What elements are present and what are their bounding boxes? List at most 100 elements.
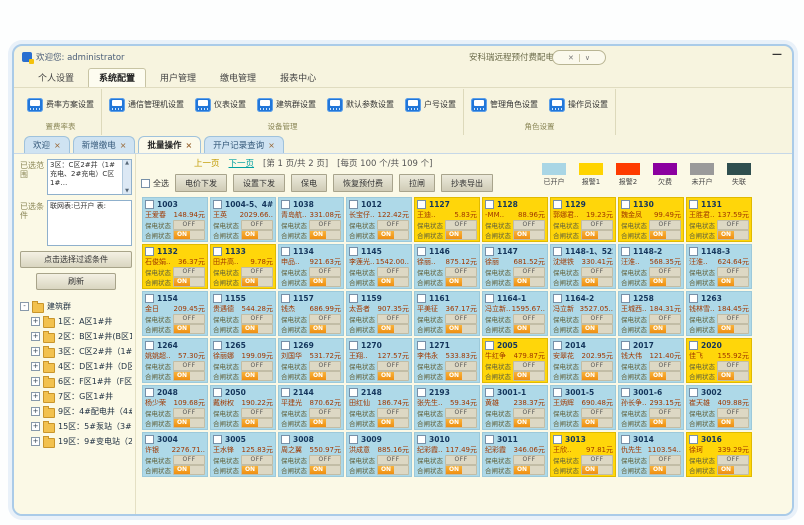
- select-all[interactable]: 全选: [141, 178, 169, 189]
- switch-on-button[interactable]: ON: [242, 325, 258, 333]
- supply-off-value[interactable]: OFF: [514, 362, 544, 370]
- chevron-down-icon[interactable]: ∨: [585, 54, 590, 62]
- card-checkbox[interactable]: [689, 247, 698, 256]
- supply-off-value[interactable]: OFF: [446, 315, 476, 323]
- supply-off-value[interactable]: OFF: [514, 456, 544, 464]
- card-checkbox[interactable]: [281, 388, 290, 397]
- supply-off-value[interactable]: OFF: [582, 268, 612, 276]
- meter-card[interactable]: 1130 魏金凤 99.49元 保电状态 OFF 合闸状态: [618, 197, 684, 242]
- card-checkbox[interactable]: [417, 388, 426, 397]
- card-checkbox[interactable]: [417, 200, 426, 209]
- document-tab[interactable]: 新增缴电 ×: [73, 136, 136, 153]
- card-checkbox[interactable]: [281, 341, 290, 350]
- toolbar-button[interactable]: 恢复预付费: [333, 174, 393, 192]
- card-checkbox[interactable]: [689, 294, 698, 303]
- meter-card[interactable]: 1154 金日 209.45元 保电状态 OFF 合闸状态: [142, 291, 208, 336]
- card-checkbox[interactable]: [553, 435, 562, 444]
- supply-off-value[interactable]: OFF: [174, 362, 204, 370]
- ribbon-button[interactable]: 建筑群设置: [255, 96, 318, 114]
- card-checkbox[interactable]: [553, 294, 562, 303]
- meter-card[interactable]: 3010 纪彩霞.. 117.49元 保电状态 OFF 合闸: [414, 432, 480, 477]
- switch-on-button[interactable]: ON: [310, 466, 326, 474]
- switch-on-button[interactable]: ON: [650, 419, 666, 427]
- supply-off-value[interactable]: OFF: [582, 221, 612, 229]
- ribbon-button[interactable]: 操作员设置: [547, 96, 610, 114]
- switch-on-button[interactable]: ON: [378, 278, 394, 286]
- supply-off-value[interactable]: OFF: [174, 315, 204, 323]
- meter-card[interactable]: 3008 周之翼 550.97元 保电状态 OFF 合闸状态: [278, 432, 344, 477]
- card-checkbox[interactable]: [485, 247, 494, 256]
- card-checkbox[interactable]: [281, 247, 290, 256]
- expand-icon[interactable]: +: [31, 377, 40, 386]
- supply-off-value[interactable]: OFF: [378, 409, 408, 417]
- toolbar-button[interactable]: 电价下发: [175, 174, 227, 192]
- meter-card[interactable]: 1145 李莲光.. 1542.00.. 保电状态 OFF: [346, 244, 412, 289]
- selected-range-box[interactable]: 3区：C区2#井（1#充电、2#充电）C区1#… ▲▼: [47, 159, 132, 195]
- supply-off-value[interactable]: OFF: [174, 221, 204, 229]
- meter-card[interactable]: 1131 王胜君.. 137.59元 保电状态 OFF 合闸: [686, 197, 752, 242]
- card-checkbox[interactable]: [349, 341, 358, 350]
- switch-on-button[interactable]: ON: [650, 466, 666, 474]
- supply-off-value[interactable]: OFF: [446, 409, 476, 417]
- card-checkbox[interactable]: [213, 294, 222, 303]
- close-icon[interactable]: ✕: [568, 54, 574, 62]
- supply-off-value[interactable]: OFF: [718, 315, 748, 323]
- switch-on-button[interactable]: ON: [174, 372, 190, 380]
- card-checkbox[interactable]: [213, 435, 222, 444]
- tree-item[interactable]: + 7区：G区1#井: [31, 389, 132, 404]
- meter-card[interactable]: 2014 安翠花 202.95元 保电状态 OFF 合闸状态: [550, 338, 616, 383]
- card-checkbox[interactable]: [281, 294, 290, 303]
- toolbar-button[interactable]: 保电: [291, 174, 327, 192]
- selected-condition-box[interactable]: 联网表:已开户 表:: [47, 200, 132, 246]
- scroll-up-icon[interactable]: ▲: [123, 160, 131, 166]
- switch-on-button[interactable]: ON: [582, 419, 598, 427]
- filter-condition-button[interactable]: 点击选择过滤条件: [20, 251, 132, 268]
- card-checkbox[interactable]: [281, 435, 290, 444]
- switch-on-button[interactable]: ON: [174, 231, 190, 239]
- switch-on-button[interactable]: ON: [446, 278, 462, 286]
- switch-on-button[interactable]: ON: [582, 466, 598, 474]
- card-checkbox[interactable]: [417, 341, 426, 350]
- switch-on-button[interactable]: ON: [446, 419, 462, 427]
- meter-card[interactable]: 1265 徐丽娜 199.09元 保电状态 OFF 合闸状态: [210, 338, 276, 383]
- card-checkbox[interactable]: [621, 200, 630, 209]
- supply-off-value[interactable]: OFF: [650, 221, 680, 229]
- meter-card[interactable]: 3001-5 王炳辉 690.48元 保电状态 OFF 合闸: [550, 385, 616, 430]
- switch-on-button[interactable]: ON: [582, 231, 598, 239]
- meter-card[interactable]: 3004 许银 2276.71.. 保电状态 OFF 合闸状: [142, 432, 208, 477]
- card-checkbox[interactable]: [213, 341, 222, 350]
- supply-off-value[interactable]: OFF: [446, 221, 476, 229]
- tree-item[interactable]: + 6区：F区1#井（F区1#: [31, 374, 132, 389]
- meter-card[interactable]: 3011 纪彩霞 346.06元 保电状态 OFF 合闸状态: [482, 432, 548, 477]
- meter-card[interactable]: 1038 青岛航.. 331.08元 保电状态 OFF 合闸: [278, 197, 344, 242]
- switch-on-button[interactable]: ON: [582, 325, 598, 333]
- document-tab[interactable]: 欢迎 ×: [24, 136, 70, 153]
- supply-off-value[interactable]: OFF: [582, 315, 612, 323]
- scroll-down-icon[interactable]: ▼: [123, 188, 131, 194]
- switch-on-button[interactable]: ON: [242, 419, 258, 427]
- meter-card[interactable]: 2148 田红仙 186.74元 保电状态 OFF 合闸状态: [346, 385, 412, 430]
- menu-tab[interactable]: 系统配置: [88, 68, 146, 87]
- switch-on-button[interactable]: ON: [718, 419, 734, 427]
- switch-on-button[interactable]: ON: [650, 231, 666, 239]
- card-checkbox[interactable]: [417, 435, 426, 444]
- supply-off-value[interactable]: OFF: [582, 456, 612, 464]
- tree-root[interactable]: - 建筑群: [20, 299, 132, 314]
- card-checkbox[interactable]: [689, 341, 698, 350]
- tab-close-icon[interactable]: ×: [120, 141, 127, 150]
- card-checkbox[interactable]: [621, 388, 630, 397]
- supply-off-value[interactable]: OFF: [514, 409, 544, 417]
- switch-on-button[interactable]: ON: [718, 466, 734, 474]
- supply-off-value[interactable]: OFF: [514, 315, 544, 323]
- switch-on-button[interactable]: ON: [378, 231, 394, 239]
- minimize-button[interactable]: —: [772, 49, 782, 60]
- meter-card[interactable]: 1269 刘国华 531.72元 保电状态 OFF 合闸状态: [278, 338, 344, 383]
- supply-off-value[interactable]: OFF: [378, 221, 408, 229]
- card-checkbox[interactable]: [349, 247, 358, 256]
- switch-on-button[interactable]: ON: [446, 231, 462, 239]
- switch-on-button[interactable]: ON: [310, 372, 326, 380]
- card-checkbox[interactable]: [145, 341, 154, 350]
- meter-card[interactable]: 1159 太吾者 907.35元 保电状态 OFF 合闸状态: [346, 291, 412, 336]
- switch-on-button[interactable]: ON: [310, 231, 326, 239]
- switch-on-button[interactable]: ON: [446, 325, 462, 333]
